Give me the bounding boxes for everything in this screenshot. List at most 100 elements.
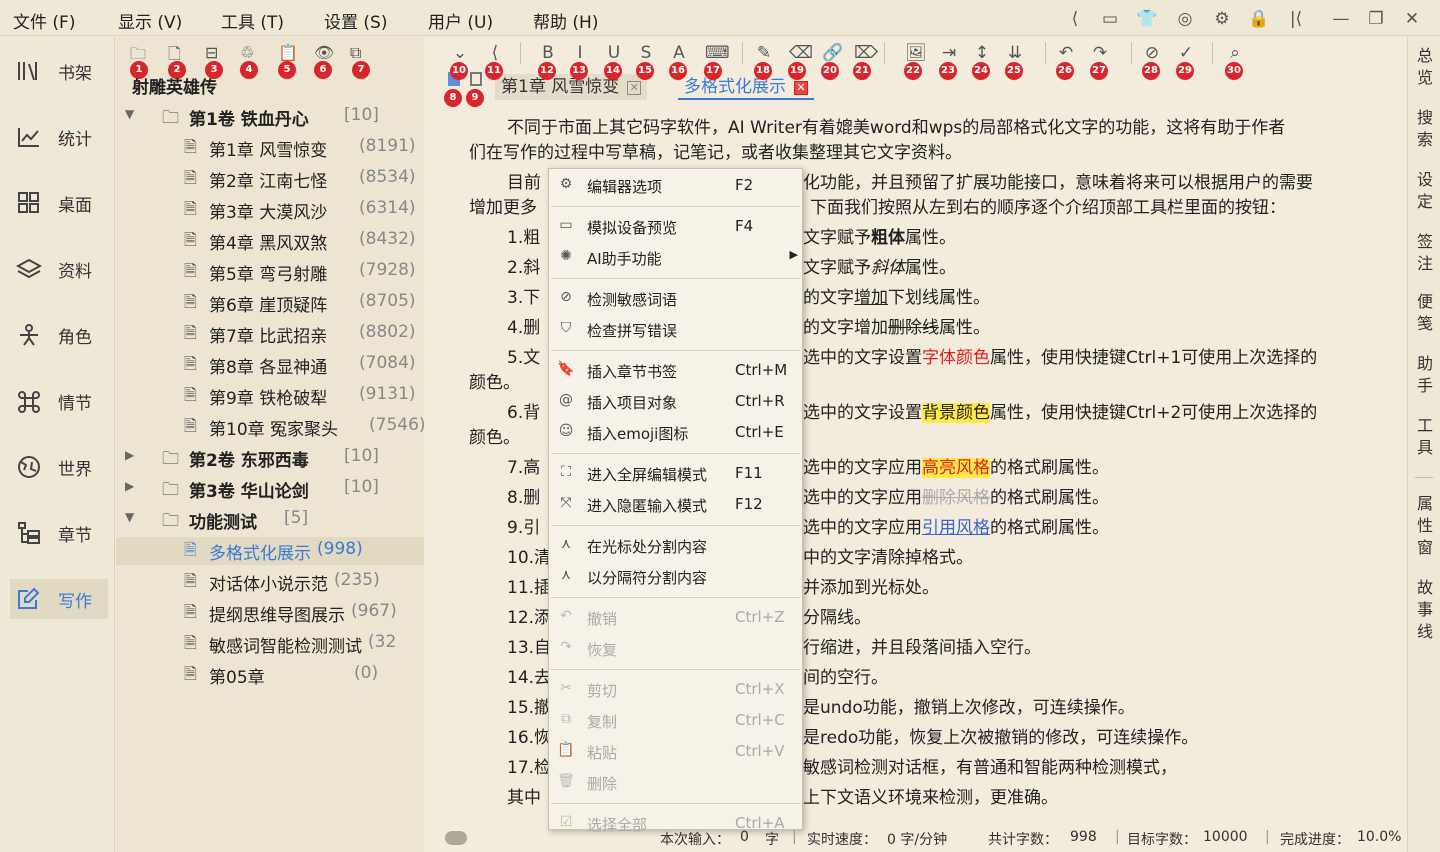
menu-view[interactable]: 显示 (V) [118, 8, 182, 33]
nav-bookshelf[interactable]: 书架 [10, 51, 108, 91]
strikethrough-icon[interactable]: S [637, 43, 655, 63]
right-panel-tab[interactable]: 搜索 [1415, 107, 1435, 151]
chevron-right-icon[interactable]: ▶ [125, 448, 134, 462]
tab-close-icon[interactable]: ✕ [794, 81, 808, 95]
maximize-icon[interactable]: ❐ [1365, 8, 1387, 30]
right-panel-tab[interactable]: 助手 [1415, 353, 1435, 397]
menu-file[interactable]: 文件 (F) [13, 8, 75, 33]
right-panel-tab[interactable]: 签注 [1415, 231, 1435, 275]
context-menu-item[interactable]: ⤧ 进入隐匿输入模式 F12 [549, 490, 802, 518]
background-color-icon[interactable]: ⌨ [705, 43, 730, 63]
nav-materials[interactable]: 资料 [10, 249, 108, 289]
tree-chapter[interactable]: 🗎 提纲思维导图展示 (967) [116, 599, 424, 627]
collapse-icon[interactable]: ⟨ [486, 43, 504, 63]
context-menu-item[interactable]: 🔖 插入章节书签 Ctrl+M [549, 356, 802, 384]
collapse-all-icon[interactable]: ⊟ [205, 43, 218, 62]
ban-icon[interactable]: ⊘ [1143, 43, 1161, 63]
tree-volume[interactable]: ▶ 🗀 第2卷 东邪西毒 [10] [116, 444, 424, 472]
first-page-icon[interactable]: ⟨ [1064, 8, 1086, 30]
tree-volume[interactable]: ▼ 🗀 功能测试 [5] [116, 506, 424, 534]
collapse-icon[interactable]: |⟨ [1285, 8, 1307, 30]
context-menu-item[interactable]: ⋏ 以分隔符分割内容 [549, 562, 802, 590]
minimize-icon[interactable]: — [1330, 8, 1352, 30]
shield-check-icon[interactable]: ✓ [1177, 43, 1195, 63]
eye-icon[interactable]: 👁 [314, 43, 334, 62]
tree-chapter[interactable]: 🗎 第5章 弯弓射雕 (7928) [116, 258, 424, 286]
search-icon[interactable]: ⌕ [1226, 43, 1244, 63]
tree-chapter[interactable]: 🗎 第2章 江南七怪 (8534) [116, 165, 424, 193]
redo-icon[interactable]: ↷ [1091, 43, 1109, 63]
undo-icon[interactable]: ↶ [1057, 43, 1075, 63]
menu-help[interactable]: 帮助 (H) [533, 8, 598, 33]
close-icon[interactable]: ✕ [1401, 8, 1423, 30]
nav-characters[interactable]: 角色 [10, 315, 108, 355]
line-height-icon[interactable]: ↕ [973, 43, 991, 63]
menu-user[interactable]: 用户 (U) [428, 8, 493, 33]
clipboard-icon[interactable]: 📋 [278, 43, 298, 62]
tree-chapter[interactable]: 🗎 多格式化展示 (998) [116, 537, 424, 565]
chevron-down-icon[interactable]: ▼ [125, 510, 134, 524]
dropdown-icon[interactable]: ⌄ [451, 43, 469, 63]
italic-icon[interactable]: I [571, 43, 589, 63]
nav-chapters[interactable]: 章节 [10, 513, 108, 553]
nav-plot[interactable]: 情节 [10, 381, 108, 421]
nav-stats[interactable]: 统计 [10, 117, 108, 157]
remove-blank-lines-icon[interactable]: ⇊ [1006, 43, 1024, 63]
tree-chapter[interactable]: 🗎 第10章 冤家聚头 (7546) [116, 413, 426, 441]
font-color-icon[interactable]: A [670, 43, 688, 63]
chevron-right-icon[interactable]: ▶ [125, 479, 134, 493]
context-menu-item[interactable]: ⛶ 进入全屏编辑模式 F11 [549, 459, 802, 487]
tree-chapter[interactable]: 🗎 第4章 黑风双煞 (8432) [116, 227, 424, 255]
right-panel-tab[interactable]: 设定 [1415, 169, 1435, 213]
tree-chapter[interactable]: 🗎 第1章 风雪惊变 (8191) [116, 134, 424, 162]
tab-grid-icon[interactable] [470, 72, 482, 86]
tree-chapter[interactable]: 🗎 敏感词智能检测测试 (32 [116, 630, 424, 658]
context-menu-item[interactable]: ⊘ 检测敏感词语 [549, 284, 802, 312]
right-panel-tab[interactable]: 工具 [1415, 415, 1435, 459]
context-menu-item[interactable]: @ 插入项目对象 Ctrl+R [549, 387, 802, 415]
right-panel-tab[interactable]: 总览 [1415, 45, 1435, 89]
highlight-icon[interactable]: ✎ [755, 43, 773, 63]
nav-desktop[interactable]: 桌面 [10, 183, 108, 223]
right-panel-tab[interactable]: 属性窗 [1415, 493, 1435, 559]
bold-icon[interactable]: B [539, 43, 557, 63]
recycle-icon[interactable]: ♲ [240, 43, 254, 62]
context-menu-item[interactable]: ✺ AI助手功能 ▶ [549, 243, 802, 271]
right-panel-tab[interactable]: 故事线 [1415, 577, 1435, 643]
zoom-slider[interactable] [445, 831, 467, 845]
menu-tools[interactable]: 工具 (T) [221, 8, 284, 33]
tree-chapter[interactable]: 🗎 第3章 大漠风沙 (6314) [116, 196, 424, 224]
context-menu-item[interactable]: ▭ 模拟设备预览 F4 [549, 212, 802, 240]
sidebar-toggle-icon[interactable]: ▭ [1099, 8, 1121, 30]
context-menu-item[interactable]: ☺ 插入emoji图标 Ctrl+E [549, 418, 802, 446]
lock-icon[interactable]: 🔒 [1248, 8, 1270, 30]
tree-chapter[interactable]: 🗎 第6章 崖顶疑阵 (8705) [116, 289, 424, 317]
underline-icon[interactable]: U [605, 43, 623, 63]
mindmap-icon[interactable]: ⧉ [350, 43, 361, 63]
chevron-down-icon[interactable]: ▼ [125, 107, 134, 121]
context-menu-item[interactable]: ⋏ 在光标处分割内容 [549, 531, 802, 559]
tree-chapter[interactable]: 🗎 对话体小说示范 (235) [116, 568, 424, 596]
nav-write[interactable]: 写作 [10, 579, 108, 619]
clear-format-icon[interactable]: ⌫ [789, 43, 813, 63]
user-circle-icon[interactable]: ◎ [1174, 8, 1196, 30]
indent-icon[interactable]: ⇥ [940, 43, 958, 63]
gear-icon[interactable]: ⚙ [1211, 8, 1233, 30]
right-panel-tab[interactable]: 便笺 [1415, 291, 1435, 335]
tree-chapter[interactable]: 🗎 第8章 各显神通 (7084) [116, 351, 424, 379]
nav-world[interactable]: 世界 [10, 447, 108, 487]
context-menu-item[interactable]: ⛉ 检查拼写错误 [549, 315, 802, 343]
tree-volume[interactable]: ▼ 🗀 第1卷 铁血丹心 [10] [116, 103, 424, 131]
menu-settings[interactable]: 设置 (S) [324, 8, 387, 33]
link-icon[interactable]: 🔗 [822, 43, 843, 63]
tab-chapter1[interactable]: 第1章 风雪惊变 ✕ [495, 74, 648, 100]
eraser-icon[interactable]: ⌦ [854, 43, 878, 63]
tab-close-icon[interactable]: ✕ [627, 81, 642, 95]
tree-chapter[interactable]: 🗎 第9章 铁枪破犁 (9131) [116, 382, 424, 410]
context-menu-item[interactable]: ⚙ 编辑器选项 F2 [549, 171, 802, 199]
tree-chapter[interactable]: 🗎 第7章 比武招亲 (8802) [116, 320, 424, 348]
tree-chapter[interactable]: 🗎 第05章 (0) [116, 661, 424, 689]
tree-volume[interactable]: ▶ 🗀 第3卷 华山论剑 [10] [116, 475, 424, 503]
shirt-icon[interactable]: 👕 [1136, 8, 1158, 30]
image-icon[interactable]: 🖼 [905, 43, 927, 63]
